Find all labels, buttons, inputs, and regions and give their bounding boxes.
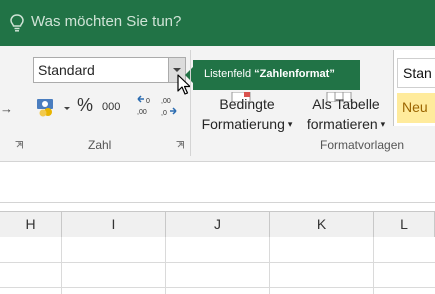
column-header-k[interactable]: K xyxy=(270,212,374,237)
conditional-formatting-label-2: Formatierung xyxy=(201,116,285,132)
conditional-formatting-label-1: Bedingte xyxy=(219,96,275,112)
comma-style-button[interactable]: 000 xyxy=(102,101,120,113)
group-separator xyxy=(190,50,191,156)
cell-style-standard-label: Stan xyxy=(403,65,432,81)
cell-style-neutral-label: Neu xyxy=(402,99,428,115)
column-header-j[interactable]: J xyxy=(166,212,270,237)
column-header-i[interactable]: I xyxy=(62,212,166,237)
increase-decimal-icon[interactable]: 0 ,00 xyxy=(136,94,156,118)
cell-style-neutral[interactable]: Neu xyxy=(397,93,435,123)
tooltip-text: Listenfeld “Zahlenformat” xyxy=(204,68,335,80)
group-label-styles: Formatvorlagen xyxy=(320,138,405,152)
column-header-h[interactable]: H xyxy=(0,212,62,237)
cell-style-standard[interactable]: Stan xyxy=(397,58,435,88)
group-label-number: Zahl xyxy=(88,138,112,152)
svg-text:0: 0 xyxy=(146,98,150,105)
accounting-format-icon[interactable] xyxy=(36,97,72,119)
svg-text:,00: ,00 xyxy=(137,109,147,116)
column-header-l[interactable]: L xyxy=(374,212,435,237)
dialog-launcher-icon[interactable] xyxy=(15,141,23,149)
format-as-table-label-2: formatieren xyxy=(306,116,378,132)
number-dialog-launcher-icon[interactable] xyxy=(176,141,184,149)
ribbon: Standard Listenfeld “Zahlenformat” → % 0… xyxy=(0,46,435,162)
formula-bar-area xyxy=(0,162,435,203)
column-headers: H I J K L xyxy=(0,211,435,238)
number-format-combobox[interactable]: Standard xyxy=(33,57,186,83)
tell-me-input[interactable]: Was möchten Sie tun? xyxy=(31,13,181,30)
format-as-table-button[interactable]: Als Tabelle formatieren ▾ xyxy=(300,94,392,134)
tell-me-bar: Was möchten Sie tun? xyxy=(0,0,435,46)
svg-text:,0: ,0 xyxy=(161,110,167,117)
align-dropdown-arrow[interactable]: → xyxy=(0,101,13,116)
percent-style-button[interactable]: % xyxy=(77,95,93,116)
worksheet-grid[interactable] xyxy=(0,237,435,294)
format-as-table-label-1: Als Tabelle xyxy=(312,96,380,112)
number-format-tooltip: Listenfeld “Zahlenformat” xyxy=(185,60,360,90)
caret-down-icon: ▾ xyxy=(380,119,386,129)
conditional-formatting-button[interactable]: Bedingte Formatierung ▾ xyxy=(197,94,297,134)
lightbulb-icon xyxy=(10,14,24,32)
svg-text:,00: ,00 xyxy=(161,98,171,105)
caret-down-icon: ▾ xyxy=(287,119,293,129)
decrease-decimal-icon[interactable]: ,00 ,0 xyxy=(160,94,180,118)
number-format-value: Standard xyxy=(38,62,95,78)
